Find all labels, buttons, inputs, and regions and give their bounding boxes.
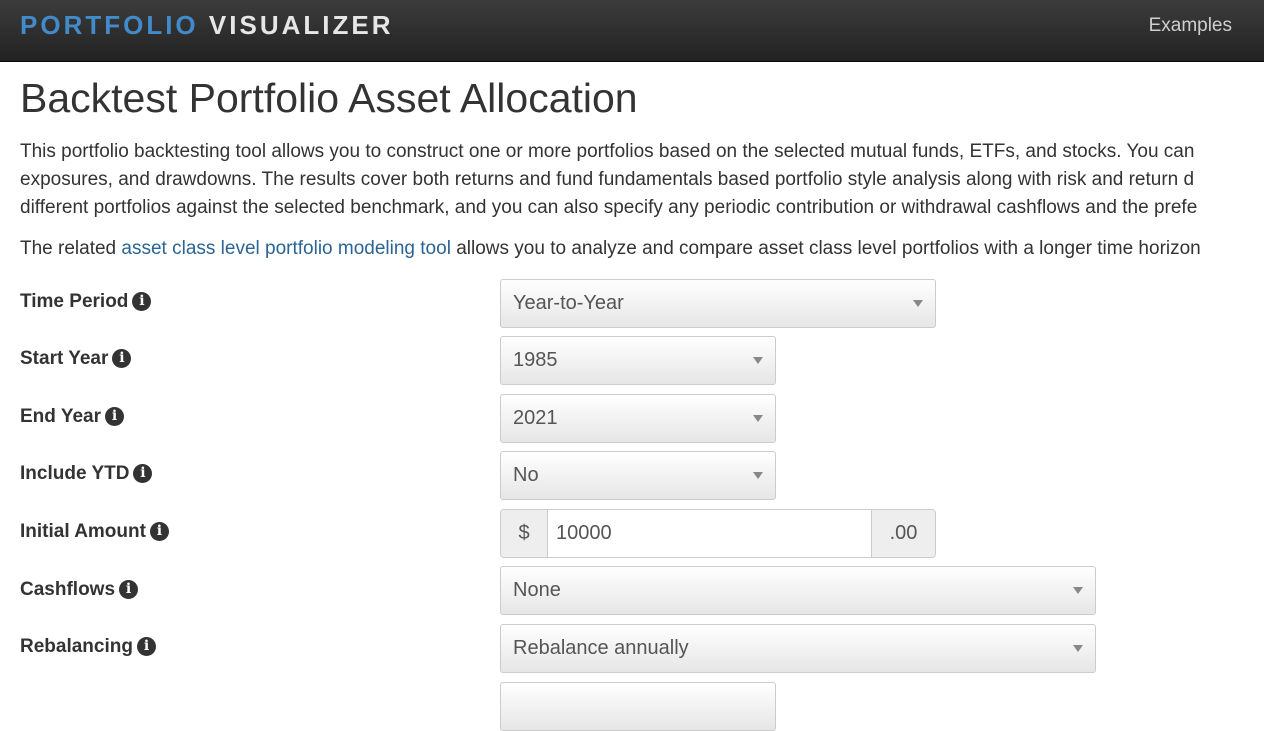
info-icon[interactable]: i	[104, 407, 124, 426]
chevron-down-icon	[753, 357, 763, 364]
start-year-row: Start Year i 1985	[0, 336, 1264, 385]
chevron-down-icon	[1073, 645, 1083, 652]
initial-amount-input[interactable]	[548, 510, 872, 557]
time-period-label: Time Period i	[20, 290, 152, 314]
page-title: Backtest Portfolio Asset Allocation	[20, 75, 638, 121]
next-select-partial[interactable]	[500, 682, 776, 731]
rebalancing-row: Rebalancing i Rebalance annually	[0, 624, 1264, 673]
cashflows-row: Cashflows i None	[0, 566, 1264, 615]
rebalancing-value: Rebalance annually	[513, 637, 689, 659]
chevron-down-icon	[1073, 587, 1083, 594]
cashflows-select[interactable]: None	[500, 566, 1096, 615]
brand-visualizer: VISUALIZER	[208, 10, 394, 40]
time-period-row: Time Period i Year-to-Year	[0, 279, 1264, 328]
end-year-value: 2021	[513, 407, 558, 429]
related-paragraph: The related asset class level portfolio …	[20, 235, 1264, 263]
chevron-down-icon	[913, 300, 923, 307]
start-year-label: Start Year i	[20, 347, 132, 371]
cents-addon: .00	[871, 510, 935, 557]
asset-class-tool-link[interactable]: asset class level portfolio modeling too…	[121, 238, 451, 259]
include-ytd-row: Include YTD i No	[0, 451, 1264, 500]
rebalancing-label-text: Rebalancing	[20, 636, 133, 657]
start-year-value: 1985	[513, 349, 558, 371]
chevron-down-icon	[753, 415, 763, 422]
currency-addon: $	[501, 510, 548, 557]
related-prefix: The related	[20, 238, 122, 259]
include-ytd-select[interactable]: No	[500, 451, 776, 500]
chevron-down-icon	[753, 472, 763, 479]
start-year-select[interactable]: 1985	[500, 336, 776, 385]
info-icon[interactable]: i	[112, 349, 132, 368]
brand-portfolio: PORTFOLIO	[20, 10, 199, 40]
intro-paragraph: This portfolio backtesting tool allows y…	[20, 138, 1264, 222]
initial-amount-group: $ .00	[500, 509, 936, 558]
time-period-label-text: Time Period	[20, 291, 129, 312]
initial-amount-label-text: Initial Amount	[20, 521, 146, 542]
info-icon[interactable]: i	[132, 292, 152, 311]
include-ytd-label-text: Include YTD	[20, 463, 130, 484]
intro-line: This portfolio backtesting tool allows y…	[20, 141, 1195, 162]
start-year-label-text: Start Year	[20, 348, 109, 369]
info-icon[interactable]: i	[119, 580, 139, 599]
include-ytd-label: Include YTD i	[20, 462, 153, 486]
info-icon[interactable]: i	[136, 637, 156, 656]
info-icon[interactable]: i	[133, 464, 153, 483]
end-year-row: End Year i 2021	[0, 394, 1264, 443]
rebalancing-label: Rebalancing i	[20, 635, 156, 659]
navbar: PORTFOLIO VISUALIZER Examples	[0, 0, 1264, 62]
cashflows-label-text: Cashflows	[20, 579, 116, 600]
end-year-label-text: End Year	[20, 406, 101, 427]
include-ytd-value: No	[513, 464, 539, 486]
brand-logo[interactable]: PORTFOLIO VISUALIZER	[20, 10, 393, 40]
time-period-select[interactable]: Year-to-Year	[500, 279, 936, 328]
intro-line: different portfolios against the selecte…	[20, 197, 1198, 218]
cashflows-label: Cashflows i	[20, 578, 139, 602]
intro-line: exposures, and drawdowns. The results co…	[20, 169, 1195, 190]
info-icon[interactable]: i	[149, 522, 169, 541]
end-year-label: End Year i	[20, 405, 124, 429]
time-period-value: Year-to-Year	[513, 292, 624, 314]
related-suffix: allows you to analyze and compare asset …	[450, 238, 1201, 259]
rebalancing-select[interactable]: Rebalance annually	[500, 624, 1096, 673]
nav-examples-link[interactable]: Examples	[1149, 14, 1232, 38]
cashflows-value: None	[513, 579, 561, 601]
initial-amount-label: Initial Amount i	[20, 520, 169, 544]
end-year-select[interactable]: 2021	[500, 394, 776, 443]
